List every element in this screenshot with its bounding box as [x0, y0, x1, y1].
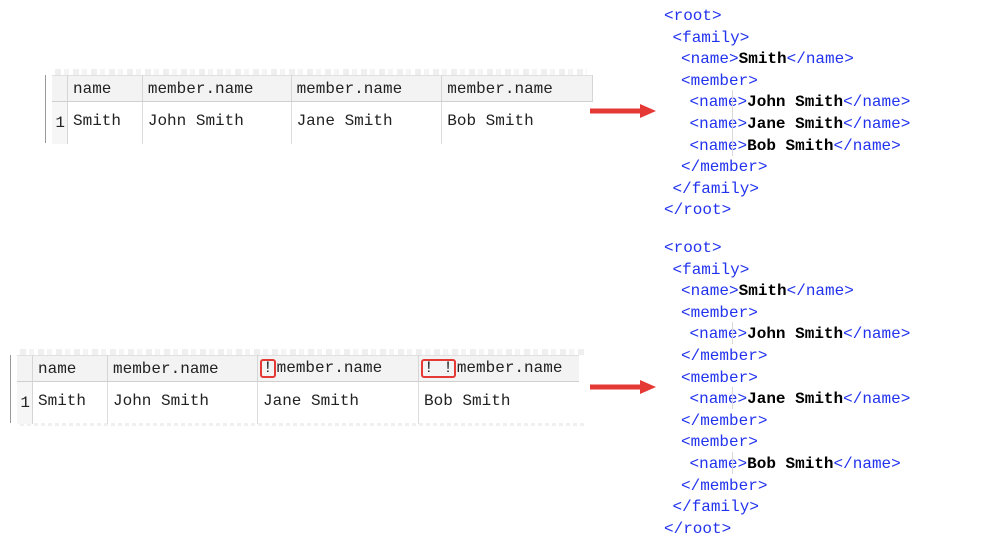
xml-line: <member>: [681, 368, 758, 387]
xml-line: <family>: [672, 260, 750, 279]
cell[interactable]: Smith: [67, 101, 143, 144]
xml-line: </member>: [681, 346, 768, 365]
xml-line: </member>: [681, 411, 768, 430]
xml-line: </root>: [664, 519, 732, 538]
row-number[interactable]: 1: [17, 381, 33, 424]
arrow-right-icon: [590, 380, 656, 394]
xml-line: <member>: [681, 433, 758, 452]
corner-cell: [52, 75, 69, 102]
xml-line: </root>: [664, 201, 732, 220]
column-header[interactable]: ! ! member.name: [418, 355, 579, 382]
column-header[interactable]: name: [32, 355, 108, 382]
grid-example-2: name member.name ! member.name ! ! member.…: [10, 349, 592, 426]
column-header[interactable]: member.name: [142, 75, 292, 102]
xml-line: <name>Smith</name>: [681, 282, 854, 301]
cell[interactable]: Bob Smith: [442, 102, 593, 145]
table-row: 1 Smith John Smith Jane Smith Bob Smith: [52, 101, 593, 145]
mark-highlight: ! !: [421, 359, 456, 378]
corner-cell: [17, 355, 33, 382]
column-header[interactable]: ! member.name: [257, 355, 419, 382]
arrow-shaft: [590, 108, 642, 114]
header-row: name member.name member.name member.name: [52, 75, 593, 102]
xml-output-2: <root> <family> <name>Smith</name> <memb…: [664, 236, 910, 538]
xml-line: </member>: [681, 158, 768, 177]
column-header[interactable]: name: [67, 75, 143, 102]
indent-guide: [732, 322, 733, 344]
xml-line: <name>Jane Smith</name>: [689, 390, 911, 409]
xml-line: </family>: [672, 498, 759, 517]
xml-line: <name>Bob Smith</name>: [689, 136, 901, 155]
xml-line: <name>Jane Smith</name>: [689, 114, 911, 133]
xml-line: <name>John Smith</name>: [689, 325, 911, 344]
indent-guide: [732, 452, 733, 474]
grid-example-1: name member.name member.name member.name…: [45, 69, 593, 144]
indent-guide: [732, 387, 733, 409]
cell[interactable]: Jane Smith: [291, 101, 443, 144]
xml-line: <root>: [664, 7, 722, 25]
xml-line: <root>: [664, 239, 722, 257]
spreadsheet-grid: name member.name member.name member.name…: [52, 75, 593, 144]
column-header[interactable]: member.name: [291, 75, 443, 102]
mark-highlight: !: [260, 359, 276, 378]
xml-line: <name>Bob Smith</name>: [689, 454, 901, 473]
cell[interactable]: John Smith: [107, 381, 258, 424]
xml-line: <member>: [681, 303, 758, 322]
arrow-right-icon: [590, 104, 656, 118]
xml-line: <family>: [672, 28, 750, 47]
arrow-head: [640, 104, 656, 118]
column-header[interactable]: member.name: [441, 75, 593, 102]
xml-line: </member>: [681, 476, 768, 495]
spreadsheet-grid: name member.name ! member.name ! ! member.…: [17, 355, 579, 424]
column-header[interactable]: member.name: [107, 355, 258, 382]
arrow-head: [640, 380, 656, 394]
xml-line: <name>Smith</name>: [681, 50, 854, 69]
cell[interactable]: Bob Smith: [419, 382, 580, 425]
xml-output-1: <root> <family> <name>Smith</name> <memb…: [664, 4, 910, 220]
xml-line: <member>: [681, 71, 758, 90]
cell[interactable]: John Smith: [142, 101, 292, 144]
header-row: name member.name ! member.name ! ! member.…: [17, 355, 579, 382]
cell[interactable]: Jane Smith: [257, 381, 419, 424]
xml-line: <name>John Smith</name>: [689, 93, 911, 112]
table-row: 1 Smith John Smith Jane Smith Bob Smith: [17, 381, 580, 425]
arrow-shaft: [590, 384, 642, 390]
row-number[interactable]: 1: [52, 101, 69, 144]
indent-guide: [732, 90, 733, 156]
xml-line: </family>: [672, 179, 759, 198]
cell[interactable]: Smith: [32, 381, 108, 424]
